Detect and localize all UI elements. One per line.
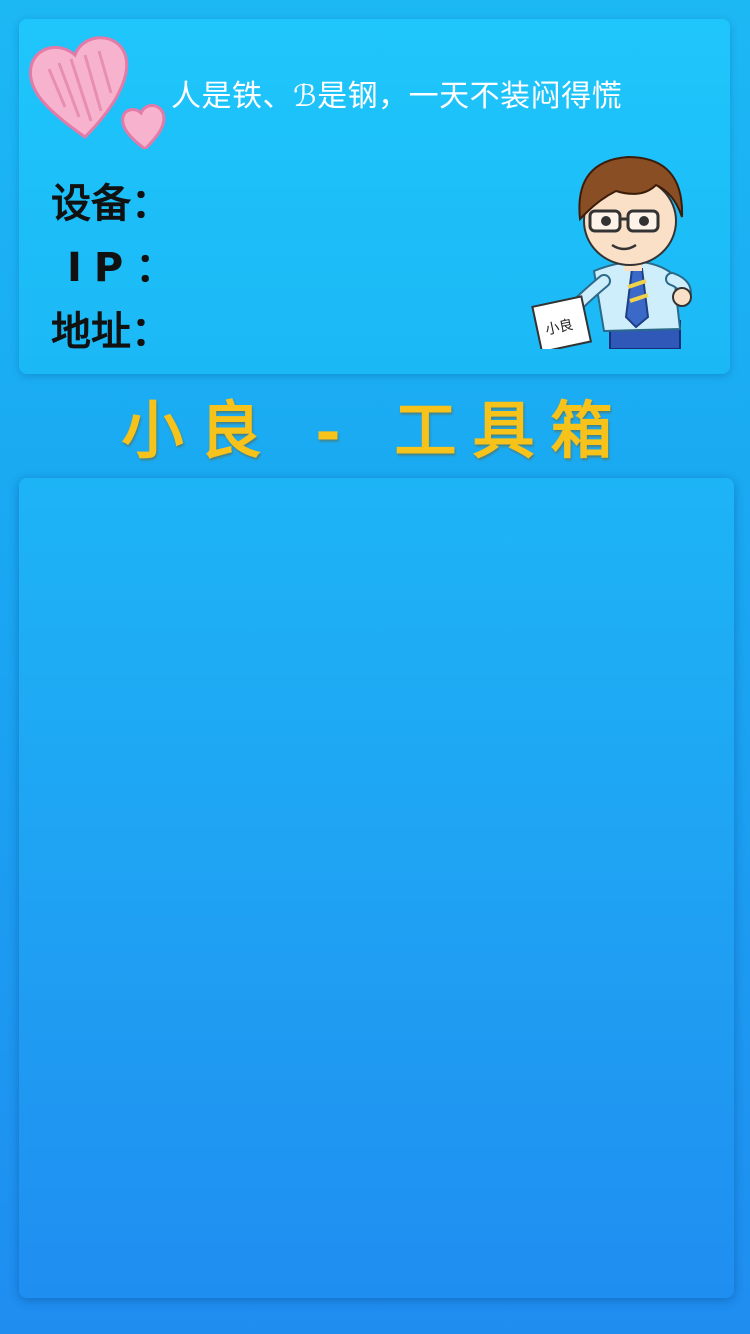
mascot-image: 小良: [531, 155, 692, 349]
info-card: 人是铁、ℬ是钢，一天不装闷得慌 设备： IP： 地址： 小良: [19, 19, 730, 374]
heart-icon: [28, 36, 166, 149]
address-label: 地址：: [51, 309, 171, 355]
content-panel: [19, 478, 734, 1298]
app-title: 小良 - 工具箱: [121, 394, 629, 467]
ip-label: IP：: [67, 245, 188, 291]
motto-text: 人是铁、ℬ是钢，一天不装闷得慌: [171, 79, 623, 114]
device-label: 设备：: [51, 181, 171, 227]
